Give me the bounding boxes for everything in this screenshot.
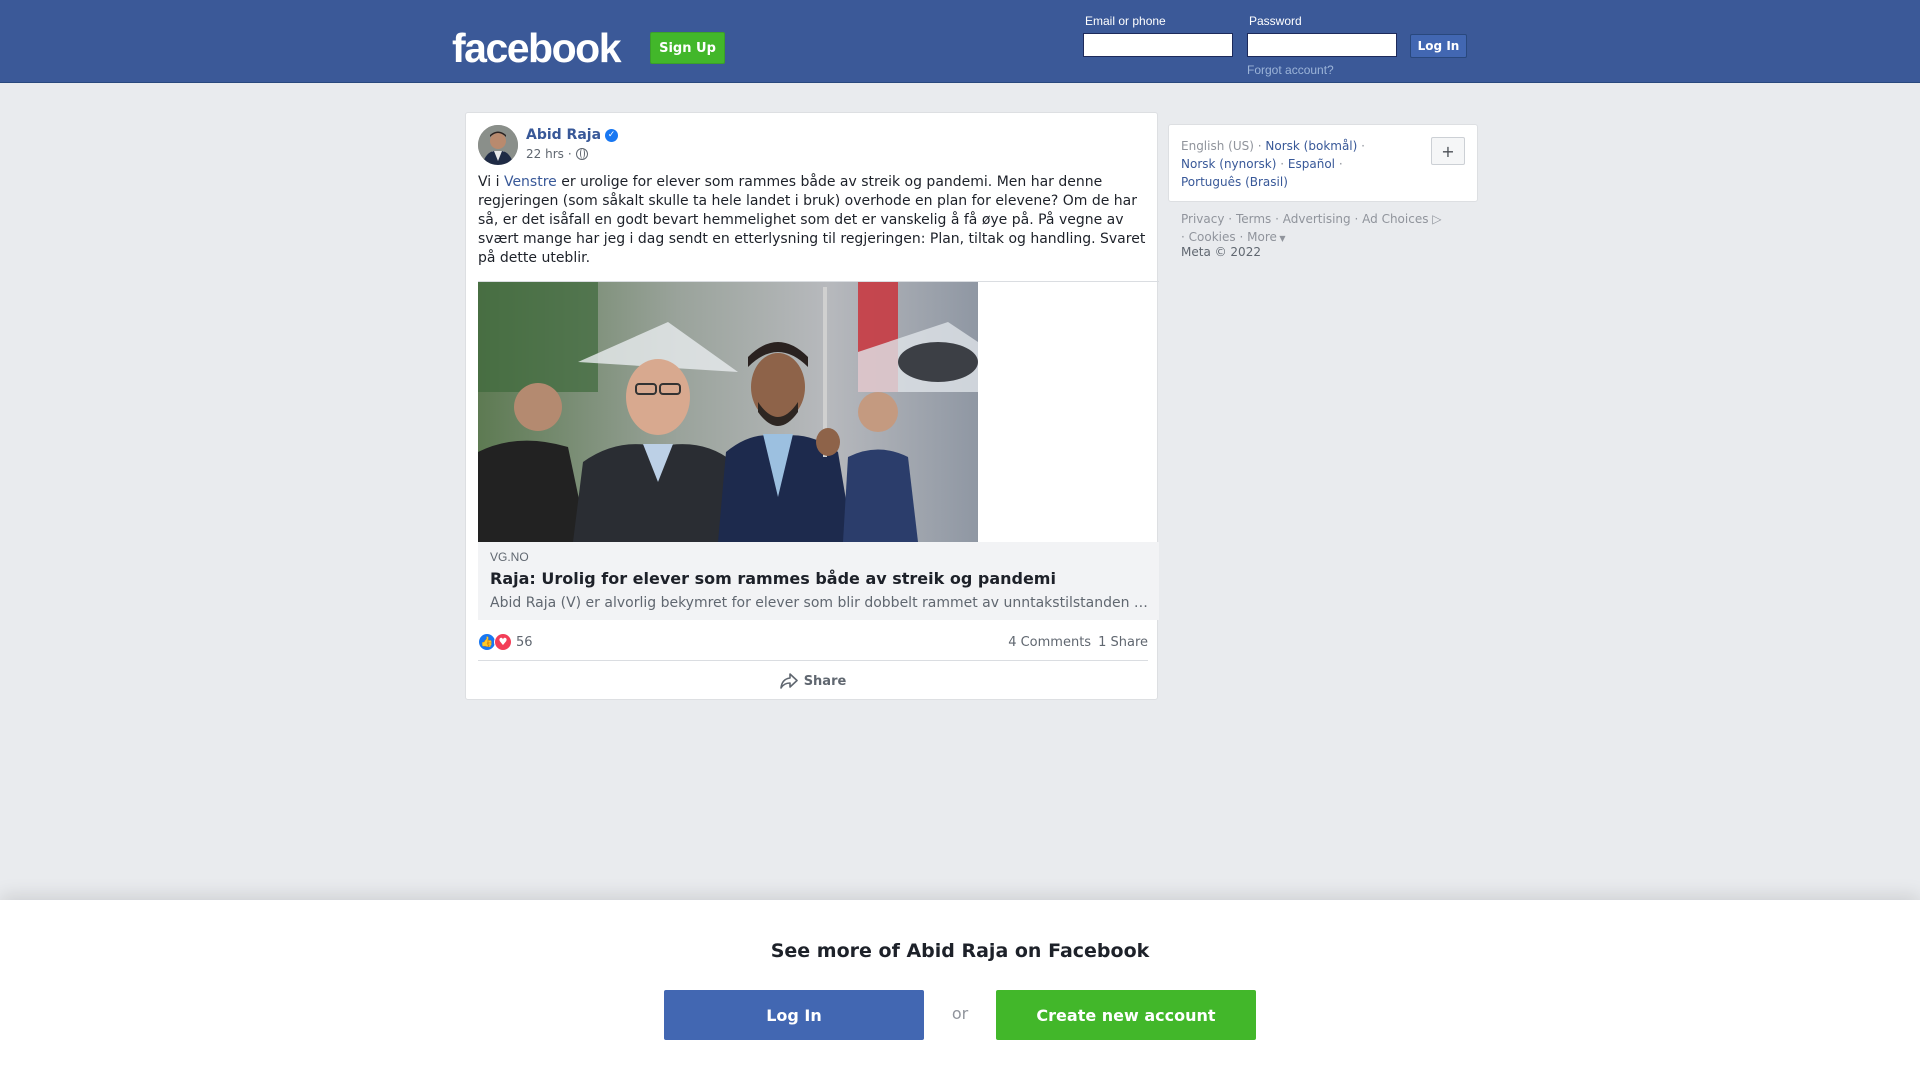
ad-choices-icon: ▷ [1432, 212, 1442, 226]
shares-count[interactable]: 1 Share [1098, 635, 1148, 650]
post-timestamp[interactable]: 22 hrs [526, 147, 564, 161]
meta-separator: · [567, 147, 572, 161]
top-bar: facebook Sign Up Email or phone Password… [0, 0, 1920, 83]
link-title[interactable]: Raja: Urolig for elever som rammes både … [490, 569, 1147, 588]
facebook-logo[interactable]: facebook [452, 26, 622, 70]
banner-title: See more of Abid Raja on Facebook [770, 940, 1150, 962]
separator: · [1338, 157, 1343, 171]
sign-up-button[interactable]: Sign Up [650, 32, 725, 64]
comments-count[interactable]: 4 Comments [1008, 635, 1091, 650]
link-domain: VG.NO [490, 550, 529, 564]
copyright: Meta © 2022 [1181, 245, 1261, 259]
caret-down-icon: ▼ [1276, 234, 1286, 243]
language-espanol[interactable]: Español [1288, 157, 1335, 171]
ad-choices-label: Ad Choices [1362, 212, 1429, 226]
avatar[interactable] [478, 125, 518, 165]
post-text: Vi i Venstre er urolige for elever som r… [478, 173, 1148, 268]
password-label: Password [1249, 14, 1302, 28]
login-prompt-banner: See more of Abid Raja on Facebook Log In… [0, 900, 1920, 1080]
post-meta: 22 hrs · [526, 147, 588, 161]
create-account-button[interactable]: Create new account [996, 990, 1256, 1040]
language-list: English (US) · Norsk (bokmål) · Norsk (n… [1181, 137, 1431, 191]
love-reaction-icon[interactable]: ♥ [494, 633, 512, 651]
verified-badge-icon: ✓ [605, 128, 619, 142]
author-name-text[interactable]: Abid Raja [526, 127, 601, 143]
footer-link-terms[interactable]: Terms [1236, 212, 1271, 226]
link-info[interactable]: VG.NO Raja: Urolig for elever som rammes… [478, 542, 1159, 620]
separator: · [1181, 230, 1185, 244]
footer-link-cookies[interactable]: Cookies [1189, 230, 1236, 244]
more-languages-button[interactable]: + [1431, 137, 1465, 165]
share-label: Share [803, 673, 847, 689]
link-description: Abid Raja (V) er alvorlig bekymret for e… [490, 595, 1148, 611]
email-label: Email or phone [1085, 14, 1166, 28]
footer-link-ad-choices[interactable]: Ad Choices ▷ [1362, 212, 1441, 226]
log-in-button[interactable]: Log In [1410, 34, 1467, 58]
separator: · [1354, 212, 1359, 226]
post-text-prefix: Vi i [478, 174, 504, 190]
link-preview-card[interactable]: VG.NO Raja: Urolig for elever som rammes… [478, 281, 1159, 620]
reactions-count[interactable]: 56 [516, 635, 533, 650]
banner-or-text: or [951, 1004, 969, 1023]
article-photo[interactable] [478, 282, 978, 542]
divider [478, 660, 1148, 661]
language-norsk-nynorsk[interactable]: Norsk (nynorsk) [1181, 157, 1276, 171]
forgot-account-link[interactable]: Forgot account? [1247, 63, 1334, 77]
share-button[interactable]: Share [478, 665, 1148, 697]
globe-icon [575, 148, 588, 160]
email-field[interactable] [1083, 33, 1233, 57]
separator: · [1239, 230, 1244, 244]
more-label: More [1247, 230, 1277, 244]
footer-link-privacy[interactable]: Privacy [1181, 212, 1224, 226]
banner-log-in-button[interactable]: Log In [664, 990, 924, 1040]
separator: · [1228, 212, 1233, 226]
post-text-body: er urolige for elever som rammes både av… [478, 174, 1146, 266]
separator: · [1275, 212, 1279, 226]
separator: · [1361, 139, 1365, 153]
language-portugues[interactable]: Português (Brasil) [1181, 175, 1288, 189]
post-card: Abid Raja ✓ 22 hrs · Vi i Venstre er uro… [465, 112, 1159, 700]
share-icon [779, 673, 798, 689]
footer-link-more[interactable]: More ▼ [1247, 230, 1285, 244]
language-norsk-bokmal[interactable]: Norsk (bokmål) [1265, 139, 1357, 153]
password-field[interactable] [1247, 33, 1397, 57]
language-current: English (US) [1181, 139, 1254, 153]
post-stats: 👍 ♥ 56 4 Comments 1 Share [478, 631, 1148, 653]
separator: · [1257, 139, 1262, 153]
footer-links: Privacy · Terms · Advertising · Ad Choic… [1181, 210, 1481, 248]
separator: · [1280, 157, 1285, 171]
author-name[interactable]: Abid Raja ✓ [526, 127, 619, 143]
venstre-link[interactable]: Venstre [504, 174, 557, 190]
language-selector-box: English (US) · Norsk (bokmål) · Norsk (n… [1168, 124, 1478, 202]
footer-link-advertising[interactable]: Advertising [1283, 212, 1351, 226]
